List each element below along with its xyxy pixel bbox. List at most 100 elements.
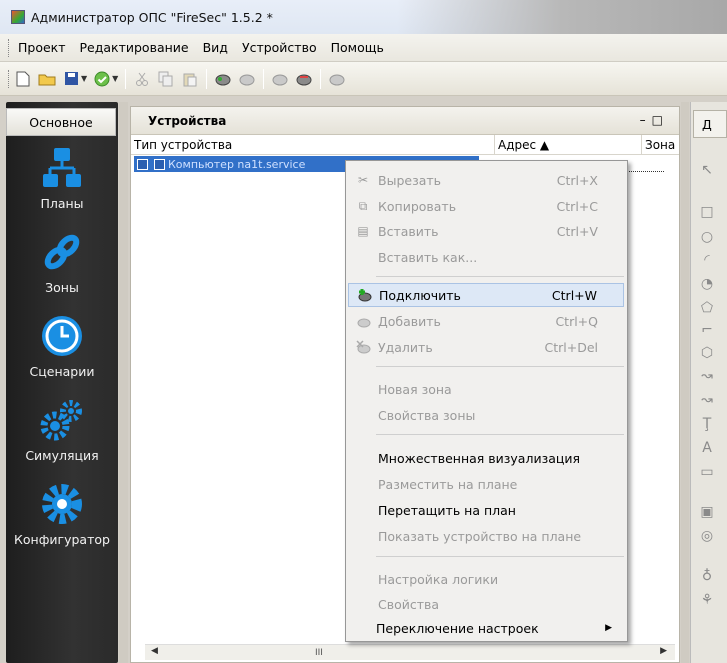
menu-item-paste-as[interactable]: Вставить как...: [348, 245, 624, 269]
panel-controls: –□: [640, 113, 669, 127]
connect-button[interactable]: [212, 68, 234, 90]
column-zone[interactable]: Зона: [645, 138, 675, 152]
menu-item-delete[interactable]: Удалить Ctrl+Del: [348, 335, 624, 359]
curve2-tool-icon[interactable]: ↝: [694, 392, 720, 412]
cut-button[interactable]: [131, 68, 153, 90]
menu-item-label: Настройка логики: [378, 571, 499, 587]
hexagon-tool-icon[interactable]: ⬡: [694, 345, 720, 365]
pie-tool-icon[interactable]: ◔: [694, 276, 720, 296]
expand-icon[interactable]: [137, 158, 148, 170]
menu-item-label: Разместить на плане: [378, 476, 518, 492]
zone-tool-icon[interactable]: ▣: [694, 504, 720, 524]
menu-edit[interactable]: Редактирование: [73, 40, 196, 55]
minimize-icon[interactable]: –: [640, 113, 652, 127]
nav-header[interactable]: Основное: [6, 108, 116, 136]
save-button[interactable]: [60, 68, 82, 90]
nav-label-plans: Планы: [40, 196, 84, 211]
validate-button[interactable]: [91, 68, 113, 90]
device-refresh-button[interactable]: [326, 68, 348, 90]
device-move-button[interactable]: [293, 68, 315, 90]
menu-item-cut[interactable]: ✂ Вырезать Ctrl+X: [348, 168, 624, 192]
nav-item-configurator[interactable]: Конфигуратор: [6, 482, 118, 547]
save-dropdown-icon[interactable]: ▼: [81, 74, 87, 83]
open-folder-button[interactable]: [36, 68, 58, 90]
menu-item-switch-settings[interactable]: Переключение настроек ▶: [348, 616, 624, 640]
menu-item-place-on-plan[interactable]: Разместить на плане: [348, 472, 624, 496]
column-device-type[interactable]: Тип устройства: [134, 138, 232, 152]
menu-item-paste[interactable]: ▤ Вставить Ctrl+V: [348, 219, 624, 243]
add-device-icon: [355, 313, 371, 329]
scroll-right-icon[interactable]: ▶: [660, 646, 667, 656]
column-divider[interactable]: [641, 135, 642, 155]
device-connect-icon: [215, 74, 231, 85]
menu-item-label: Свойства: [378, 596, 440, 612]
menu-help[interactable]: Помощь: [324, 40, 391, 55]
polygon-tool-icon[interactable]: ⬠: [694, 300, 720, 320]
menu-item-connect[interactable]: Подключить Ctrl+W: [348, 283, 624, 307]
add-button[interactable]: [236, 68, 258, 90]
menu-separator: [376, 276, 624, 277]
scroll-thumb[interactable]: III: [315, 648, 323, 658]
zone-circle-tool-icon[interactable]: ◎: [694, 528, 720, 548]
menu-item-properties[interactable]: Свойства: [348, 592, 624, 616]
ellipse-tool-icon[interactable]: ○: [694, 229, 720, 249]
nav-item-scenarios[interactable]: Сценарии: [6, 314, 118, 379]
menu-project[interactable]: Проект: [11, 40, 73, 55]
menu-device[interactable]: Устройство: [235, 40, 324, 55]
menu-item-copy[interactable]: ⧉ Копировать Ctrl+C: [348, 194, 624, 218]
column-divider[interactable]: [494, 135, 495, 155]
left-splitter[interactable]: [119, 102, 128, 663]
column-address[interactable]: Адрес ▲: [498, 138, 549, 152]
device-prop-button[interactable]: [269, 68, 291, 90]
menu-item-label: Копировать: [378, 198, 457, 214]
menu-item-label: Перетащить на план: [378, 502, 516, 518]
curve-tool-icon[interactable]: ↝: [694, 368, 720, 388]
copy-button[interactable]: [155, 68, 177, 90]
tools-tab[interactable]: Д: [693, 110, 727, 138]
menu-item-multi-visualization[interactable]: Множественная визуализация: [348, 446, 624, 470]
pointer-tool-icon[interactable]: ↖: [694, 162, 720, 182]
menu-item-zone-properties[interactable]: Свойства зоны: [348, 403, 624, 427]
device-tool-icon[interactable]: ♁: [694, 568, 720, 588]
nav-label-scenarios: Сценарии: [29, 364, 95, 379]
devices-panel-title: Устройства: [148, 114, 227, 128]
scenarios-icon: [40, 314, 84, 358]
device-add-icon: [239, 74, 255, 85]
scissors-icon: [136, 72, 149, 86]
horizontal-scrollbar[interactable]: ◀ III ▶: [145, 644, 675, 660]
toolbar-grip[interactable]: [8, 69, 11, 88]
menu-view[interactable]: Вид: [196, 40, 235, 55]
nav-item-zones[interactable]: Зоны: [6, 230, 118, 295]
image-tool-icon[interactable]: ▭: [694, 464, 720, 484]
right-splitter[interactable]: [681, 102, 689, 663]
menu-item-drag-to-plan[interactable]: Перетащить на план: [348, 498, 624, 522]
maximize-icon[interactable]: □: [652, 113, 669, 127]
menu-item-new-zone[interactable]: Новая зона: [348, 377, 624, 401]
validate-dropdown-icon[interactable]: ▼: [112, 74, 118, 83]
rectangle-tool-icon[interactable]: □: [694, 204, 720, 224]
menu-item-show-on-plan[interactable]: Показать устройство на плане: [348, 524, 624, 548]
menu-item-label: Вырезать: [378, 172, 442, 188]
new-file-button[interactable]: [12, 68, 34, 90]
menu-item-add[interactable]: Добавить Ctrl+Q: [348, 309, 624, 333]
text-tool-icon[interactable]: A: [694, 440, 720, 460]
device-move-icon: [296, 74, 312, 85]
arc-tool-icon[interactable]: ◜: [694, 252, 720, 272]
menu-bar: Проект Редактирование Вид Устройство Пом…: [0, 34, 727, 62]
nav-item-plans[interactable]: Планы: [6, 146, 118, 211]
text-box-tool-icon[interactable]: Ţ: [694, 416, 720, 436]
menu-item-shortcut: Ctrl+Q: [555, 313, 598, 329]
menu-item-logic-settings[interactable]: Настройка логики: [348, 567, 624, 591]
scissors-icon: ✂: [357, 173, 369, 187]
device2-tool-icon[interactable]: ⚘: [694, 592, 720, 612]
menu-item-label: Показать устройство на плане: [378, 528, 582, 544]
nav-item-simulation[interactable]: Симуляция: [6, 398, 118, 463]
nav-label-zones: Зоны: [45, 280, 79, 295]
polyline-tool-icon[interactable]: ⌐: [694, 322, 720, 342]
toolbar-separator: [263, 68, 265, 89]
paste-button[interactable]: [179, 68, 201, 90]
scroll-left-icon[interactable]: ◀: [151, 646, 158, 656]
paste-icon: [183, 73, 197, 86]
copy-icon: ⧉: [358, 198, 368, 213]
menu-separator: [376, 434, 624, 435]
